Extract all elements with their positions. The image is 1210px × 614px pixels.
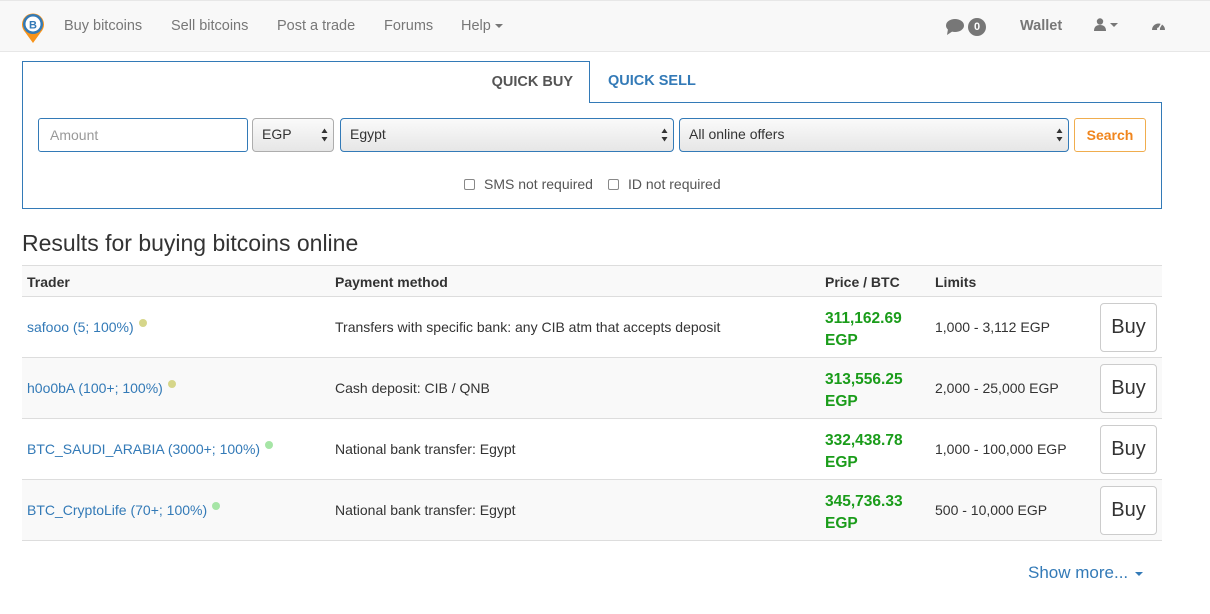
price-currency: EGP bbox=[825, 454, 858, 471]
header-price: Price / BTC bbox=[825, 274, 900, 290]
nav-sell-bitcoins[interactable]: Sell bitcoins bbox=[171, 18, 248, 34]
buy-button[interactable]: Buy bbox=[1100, 425, 1157, 474]
price-value: 345,736.33 bbox=[825, 493, 903, 510]
select-arrows-icon bbox=[1056, 128, 1063, 142]
localbitcoins-logo-icon[interactable]: B bbox=[19, 10, 47, 44]
online-status-dot bbox=[265, 441, 274, 449]
chevron-down-icon bbox=[494, 24, 503, 29]
user-menu-dropdown[interactable] bbox=[1094, 18, 1118, 31]
chevron-down-icon bbox=[1135, 571, 1144, 576]
user-icon bbox=[1094, 18, 1106, 31]
payment-method: National bank transfer: Egypt bbox=[335, 502, 516, 518]
sms-not-required-checkbox[interactable]: SMS not required bbox=[464, 176, 593, 192]
tab-quick-buy-label: QUICK BUY bbox=[491, 74, 573, 90]
trader-name[interactable]: BTC_CryptoLife (70+; 100%) bbox=[27, 502, 207, 518]
table-row: safooo (5; 100%) Transfers with specific… bbox=[22, 297, 1162, 358]
checkbox-box[interactable] bbox=[464, 178, 475, 190]
header-limits: Limits bbox=[935, 274, 977, 290]
chevron-down-icon bbox=[1110, 22, 1118, 27]
nav-forums[interactable]: Forums bbox=[384, 18, 433, 34]
chat-count-badge: 0 bbox=[968, 18, 987, 36]
table-row: h0o0bA (100+; 100%) Cash deposit: CIB / … bbox=[22, 358, 1162, 419]
price-per-btc: 345,736.33 EGP bbox=[825, 491, 903, 535]
amount-input[interactable] bbox=[38, 118, 248, 152]
nav-help-label: Help bbox=[461, 18, 491, 34]
table-row: BTC_CryptoLife (70+; 100%) National bank… bbox=[22, 480, 1162, 541]
trader-link[interactable]: h0o0bA (100+; 100%) bbox=[27, 380, 176, 396]
header-payment-method: Payment method bbox=[335, 274, 448, 290]
trader-link[interactable]: BTC_SAUDI_ARABIA (3000+; 100%) bbox=[27, 441, 274, 457]
buy-button[interactable]: Buy bbox=[1100, 303, 1157, 352]
country-select-value: Egypt bbox=[350, 126, 386, 142]
nav-help-dropdown[interactable]: Help bbox=[461, 18, 503, 34]
payment-method: Transfers with specific bank: any CIB at… bbox=[335, 319, 721, 335]
currency-select[interactable]: EGP bbox=[252, 118, 334, 152]
price-value: 332,438.78 bbox=[825, 432, 903, 449]
tab-joint bbox=[23, 101, 589, 104]
offer-type-select-value: All online offers bbox=[689, 126, 785, 142]
show-more-label: Show more... bbox=[1028, 563, 1129, 582]
results-table-header: Trader Payment method Price / BTC Limits bbox=[22, 265, 1162, 297]
price-currency: EGP bbox=[825, 393, 858, 410]
header-trader: Trader bbox=[27, 274, 70, 290]
results-title: Results for buying bitcoins online bbox=[22, 230, 359, 256]
top-navbar: B Buy bitcoins Sell bitcoins Post a trad… bbox=[0, 0, 1210, 52]
price-per-btc: 311,162.69 EGP bbox=[825, 308, 902, 352]
search-button[interactable]: Search bbox=[1074, 118, 1146, 152]
online-status-dot bbox=[167, 380, 176, 388]
online-status-dot bbox=[212, 502, 221, 510]
select-arrows-icon bbox=[321, 128, 328, 142]
currency-select-value: EGP bbox=[262, 126, 292, 142]
price-value: 313,556.25 bbox=[825, 371, 903, 388]
trader-name[interactable]: BTC_SAUDI_ARABIA (3000+; 100%) bbox=[27, 441, 260, 457]
trader-link[interactable]: BTC_CryptoLife (70+; 100%) bbox=[27, 502, 221, 518]
trade-limits: 1,000 - 100,000 EGP bbox=[935, 441, 1067, 457]
trade-limits: 500 - 10,000 EGP bbox=[935, 502, 1048, 518]
id-not-required-checkbox[interactable]: ID not required bbox=[608, 176, 721, 192]
price-per-btc: 332,438.78 EGP bbox=[825, 430, 903, 474]
trader-link[interactable]: safooo (5; 100%) bbox=[27, 319, 147, 335]
chat-notifications[interactable]: 0 bbox=[945, 17, 987, 37]
trader-name[interactable]: safooo (5; 100%) bbox=[27, 319, 134, 335]
chat-bubble-icon bbox=[946, 19, 964, 35]
buy-button[interactable]: Buy bbox=[1100, 364, 1157, 413]
tab-quick-buy[interactable]: QUICK BUY bbox=[22, 61, 590, 103]
offer-type-select[interactable]: All online offers bbox=[679, 118, 1069, 152]
trade-limits: 2,000 - 25,000 EGP bbox=[935, 380, 1059, 396]
trade-limits: 1,000 - 3,112 EGP bbox=[935, 319, 1050, 335]
checkbox-box[interactable] bbox=[608, 178, 619, 190]
id-not-required-label: ID not required bbox=[628, 176, 721, 192]
price-currency: EGP bbox=[825, 332, 858, 349]
tab-quick-sell[interactable]: QUICK SELL bbox=[608, 73, 696, 89]
dashboard-icon[interactable] bbox=[1151, 19, 1166, 33]
show-more-link[interactable]: Show more... bbox=[1028, 563, 1144, 583]
table-row: BTC_SAUDI_ARABIA (3000+; 100%) National … bbox=[22, 419, 1162, 480]
online-status-dot bbox=[138, 319, 147, 327]
price-per-btc: 313,556.25 EGP bbox=[825, 369, 903, 413]
nav-buy-bitcoins[interactable]: Buy bitcoins bbox=[64, 18, 142, 34]
svg-text:B: B bbox=[29, 20, 37, 32]
nav-wallet[interactable]: Wallet bbox=[1020, 18, 1062, 34]
payment-method: National bank transfer: Egypt bbox=[335, 441, 516, 457]
nav-post-trade[interactable]: Post a trade bbox=[277, 18, 355, 34]
payment-method: Cash deposit: CIB / QNB bbox=[335, 380, 490, 396]
sms-not-required-label: SMS not required bbox=[484, 176, 593, 192]
price-value: 311,162.69 bbox=[825, 310, 902, 327]
price-currency: EGP bbox=[825, 515, 858, 532]
country-select[interactable]: Egypt bbox=[340, 118, 674, 152]
select-arrows-icon bbox=[661, 128, 668, 142]
buy-button[interactable]: Buy bbox=[1100, 486, 1157, 535]
trader-name[interactable]: h0o0bA (100+; 100%) bbox=[27, 380, 163, 396]
